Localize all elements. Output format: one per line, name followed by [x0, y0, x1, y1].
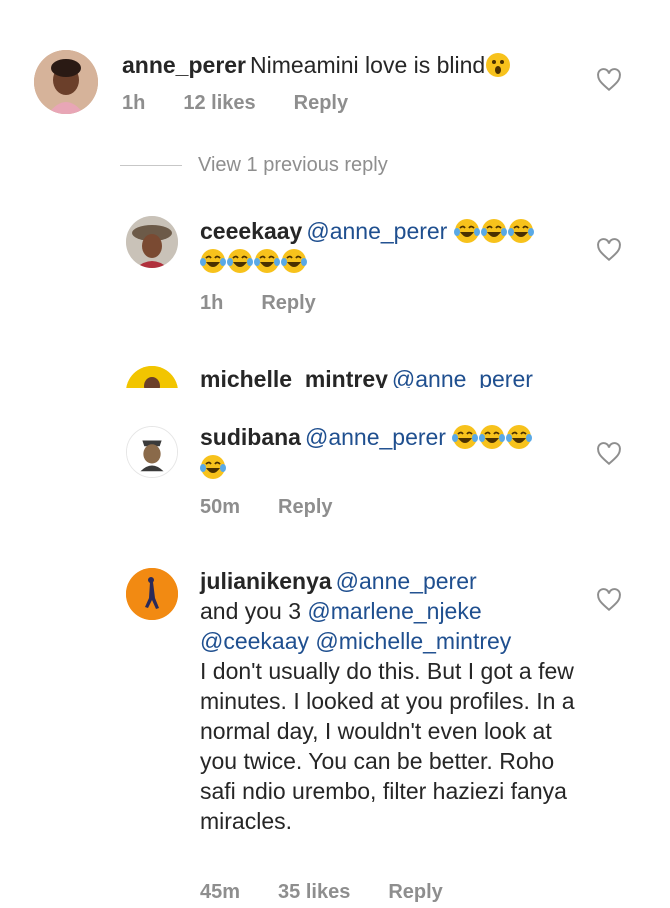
tears-of-joy-face-icon	[507, 218, 534, 244]
tears-of-joy-face-icon	[479, 424, 506, 450]
mention-link[interactable]: @anne_perer	[306, 218, 447, 244]
comment-text: ceeekaay @anne_perer	[200, 216, 580, 276]
tears-of-joy-face-icon	[453, 218, 480, 244]
heart-outline-icon[interactable]	[596, 442, 622, 466]
reply-button[interactable]: Reply	[261, 292, 315, 315]
comment-body: and you 3	[200, 598, 308, 624]
avatar[interactable]	[126, 216, 178, 268]
timestamp: 1h	[200, 292, 224, 314]
username[interactable]: sudibana	[200, 424, 301, 450]
tears-of-joy-face-icon	[254, 248, 280, 274]
astonished-face-icon	[485, 52, 511, 78]
tears-of-joy-face-icon	[480, 218, 507, 244]
divider	[120, 164, 182, 166]
tears-of-joy-face-icon	[506, 424, 533, 450]
avatar[interactable]	[126, 366, 178, 388]
heart-outline-icon[interactable]	[596, 68, 622, 92]
mention-link[interactable]: @anne_perer	[305, 424, 446, 450]
comment-anne-perer: anne_perer Nimeamini love is blind 1h 12 …	[0, 0, 670, 140]
comment-meta: 45m 35 likes Reply	[200, 881, 481, 904]
mention-link[interactable]: @marlene_njeke	[307, 598, 481, 624]
avatar[interactable]	[34, 50, 98, 114]
comment-body: I don't usually do this. But I got a few…	[200, 658, 575, 834]
comment-meta: 1h Reply	[200, 292, 354, 315]
reply-button[interactable]: Reply	[388, 881, 442, 904]
comment-meta: 1h 12 likes Reply	[122, 92, 386, 115]
tears-of-joy-face-icon	[452, 424, 479, 450]
username[interactable]: anne_perer	[122, 52, 246, 78]
likes-count[interactable]: 12 likes	[183, 92, 255, 115]
comment-michelle-mintrey: michelle_mintrey @anne_perer	[0, 360, 670, 388]
likes-count[interactable]: 35 likes	[278, 881, 350, 904]
heart-outline-icon[interactable]	[596, 588, 622, 612]
comment-text: sudibana @anne_perer	[200, 422, 580, 482]
comment-text: anne_perer Nimeamini love is blind	[122, 50, 592, 80]
screenshot-seam	[0, 388, 670, 391]
mention-link[interactable]: @anne_perer	[392, 366, 533, 388]
view-previous-label[interactable]: View 1 previous reply	[198, 154, 388, 177]
timestamp: 50m	[200, 496, 241, 518]
mention-link[interactable]: @anne_perer	[336, 568, 477, 594]
comment-body: Nimeamini love is blind	[250, 52, 486, 78]
comment-text: michelle_mintrey @anne_perer	[200, 364, 620, 388]
mention-link[interactable]: @ceekaay	[200, 628, 309, 654]
username[interactable]: julianikenya	[200, 568, 332, 594]
mention-link[interactable]: @michelle_mintrey	[315, 628, 511, 654]
avatar[interactable]	[126, 568, 178, 620]
tears-of-joy-face-icon	[200, 454, 226, 480]
comment-text: julianikenya @anne_pererand you 3 @marlen…	[200, 566, 580, 836]
reply-button[interactable]: Reply	[278, 496, 332, 519]
comment-meta: 50m Reply	[200, 496, 371, 519]
username[interactable]: michelle_mintrey	[200, 366, 388, 388]
tears-of-joy-face-icon	[200, 248, 226, 274]
username[interactable]: ceeekaay	[200, 218, 302, 244]
tears-of-joy-face-icon	[281, 248, 307, 274]
tears-of-joy-face-icon	[227, 248, 253, 274]
avatar[interactable]	[126, 426, 178, 478]
timestamp: 1h	[122, 92, 146, 114]
reply-button[interactable]: Reply	[294, 92, 348, 115]
timestamp: 45m	[200, 881, 241, 903]
heart-outline-icon[interactable]	[596, 238, 622, 262]
view-previous-replies[interactable]: View 1 previous reply	[120, 150, 388, 180]
